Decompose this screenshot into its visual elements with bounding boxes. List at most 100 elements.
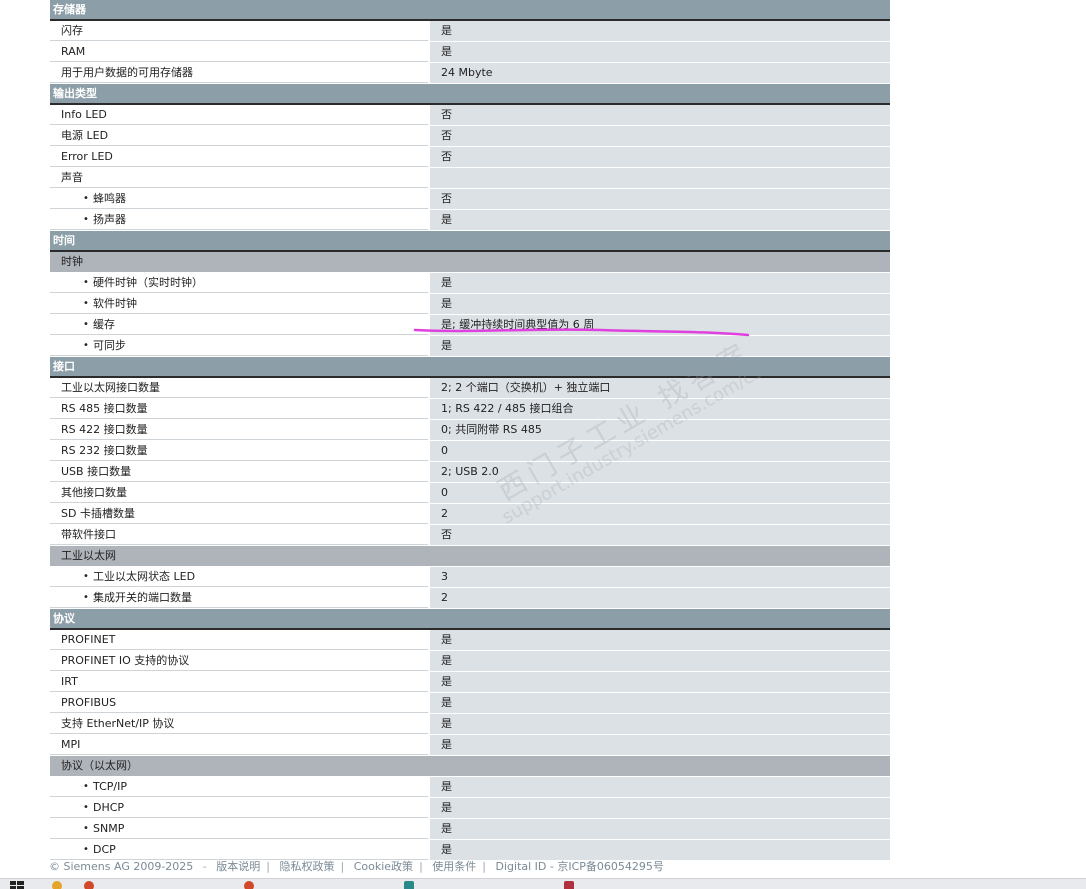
spec-value: 3: [429, 567, 890, 587]
spec-label-text: 扬声器: [93, 213, 126, 226]
spec-value: 是: [429, 777, 890, 797]
spec-label-text: 集成开关的端口数量: [93, 591, 192, 604]
spec-value: [429, 168, 890, 188]
spec-row: 可同步 是: [50, 336, 890, 357]
spec-label: 缓存: [50, 315, 428, 335]
spec-row: SD 卡插槽数量 2: [50, 504, 890, 525]
spec-value: 2; USB 2.0: [429, 462, 890, 482]
spec-label: Info LED: [50, 105, 428, 125]
spec-value: 否: [429, 525, 890, 545]
spec-label: 其他接口数量: [50, 483, 428, 503]
spec-value: 0: [429, 441, 890, 461]
spec-label: 工业以太网接口数量: [50, 378, 428, 398]
footer-link-terms[interactable]: 使用条件: [432, 860, 476, 873]
spec-row: 支持 EtherNet/IP 协议是: [50, 714, 890, 735]
spec-value: 是: [429, 630, 890, 650]
spec-value: 是: [429, 798, 890, 818]
spec-label: USB 接口数量: [50, 462, 428, 482]
spec-value: 否: [429, 105, 890, 125]
footer-link-release-notes[interactable]: 版本说明: [216, 860, 260, 873]
footer-dash: -: [202, 860, 207, 873]
spec-value: 2: [429, 588, 890, 608]
spec-value: 是: [429, 840, 890, 860]
spec-label: RS 422 接口数量: [50, 420, 428, 440]
spec-label-text: DHCP: [93, 801, 125, 814]
spec-value: 是: [429, 672, 890, 692]
spec-label-text: DCP: [93, 843, 116, 856]
spec-label: 蜂鸣器: [50, 189, 428, 209]
spec-label: 硬件时钟（实时时钟）: [50, 273, 428, 293]
spec-row: 集成开关的端口数量 2: [50, 588, 890, 609]
spec-value: 24 Mbyte: [429, 63, 890, 83]
footer-copyright: © Siemens AG 2009-2025: [49, 860, 194, 873]
spec-label-text: 蜂鸣器: [93, 192, 126, 205]
footer-divider: |: [419, 860, 423, 873]
spec-label: 集成开关的端口数量: [50, 588, 428, 608]
spec-label: SNMP: [50, 819, 428, 839]
footer-link-digital-id[interactable]: Digital ID - 京ICP备06054295号: [496, 860, 664, 873]
spec-label: 电源 LED: [50, 126, 428, 146]
subsection-label: 协议（以太网）: [61, 759, 138, 772]
subsection-header: 协议（以太网）: [50, 756, 890, 777]
spec-row: RS 485 接口数量 1; RS 422 / 485 接口组合: [50, 399, 890, 420]
spec-label-text: TCP/IP: [93, 780, 127, 793]
subsection-header: 工业以太网: [50, 546, 890, 567]
section-header: 存储器: [50, 0, 890, 21]
section-header: 协议: [50, 609, 890, 630]
spec-label: IRT: [50, 672, 428, 692]
spec-value: 0: [429, 483, 890, 503]
spec-label: PROFIBUS: [50, 693, 428, 713]
spec-row: 硬件时钟（实时时钟） 是: [50, 273, 890, 294]
footer-link-cookie[interactable]: Cookie政策: [354, 860, 413, 873]
spec-row: PROFIBUS 是: [50, 693, 890, 714]
spec-value: 是: [429, 693, 890, 713]
section-header: 输出类型: [50, 84, 890, 105]
spec-row: Info LED 否: [50, 105, 890, 126]
spec-value: 是: [429, 819, 890, 839]
spec-label: 闪存: [50, 21, 428, 41]
spec-label: SD 卡插槽数量: [50, 504, 428, 524]
spec-label: RS 232 接口数量: [50, 441, 428, 461]
spec-value: 否: [429, 126, 890, 146]
spec-row: 扬声器 是: [50, 210, 890, 231]
spec-row: USB 接口数量 2; USB 2.0: [50, 462, 890, 483]
subsection-header: 时钟: [50, 252, 890, 273]
spec-label: RS 485 接口数量: [50, 399, 428, 419]
spec-row: 软件时钟 是: [50, 294, 890, 315]
spec-label-text: SNMP: [93, 822, 125, 835]
spec-label-text: 硬件时钟（实时时钟）: [93, 276, 203, 289]
spec-row: RS 232 接口数量 0: [50, 441, 890, 462]
spec-value: 2; 2 个端口（交换机）+ 独立端口: [429, 378, 890, 398]
spec-label: 支持 EtherNet/IP 协议: [50, 714, 428, 734]
spec-row: RS 422 接口数量 0; 共同附带 RS 485: [50, 420, 890, 441]
spec-label: 可同步: [50, 336, 428, 356]
spec-value: 否: [429, 147, 890, 167]
spec-value: 2: [429, 504, 890, 524]
spec-value: 是: [429, 336, 890, 356]
spec-value: 是: [429, 21, 890, 41]
spec-value: 1; RS 422 / 485 接口组合: [429, 399, 890, 419]
footer-link-privacy[interactable]: 隐私权政策: [280, 860, 335, 873]
spec-value: 0; 共同附带 RS 485: [429, 420, 890, 440]
spec-row: 其他接口数量 0: [50, 483, 890, 504]
spec-row: PROFINET IO 支持的协议是: [50, 651, 890, 672]
spec-row: 闪存是: [50, 21, 890, 42]
spec-row: 工业以太网状态 LED 3: [50, 567, 890, 588]
spec-label-text: 可同步: [93, 339, 126, 352]
spec-value: 是: [429, 714, 890, 734]
section-header: 时间: [50, 231, 890, 252]
spec-label: RAM: [50, 42, 428, 62]
spec-row: Error LED 否: [50, 147, 890, 168]
spec-row: MPI 是: [50, 735, 890, 756]
footer-divider: |: [266, 860, 270, 873]
taskbar: [0, 878, 1086, 889]
spec-row: DHCP 是: [50, 798, 890, 819]
spec-label: Error LED: [50, 147, 428, 167]
spec-row: RAM 是: [50, 42, 890, 63]
spec-row: 用于用户数据的可用存储器 24 Mbyte: [50, 63, 890, 84]
spec-label: 声音: [50, 168, 428, 188]
spec-table: 存储器 闪存是 RAM 是用于用户数据的可用存储器 24 Mbyte 输出类型 Info L…: [50, 0, 890, 861]
spec-label: 带软件接口: [50, 525, 428, 545]
footer: © Siemens AG 2009-2025 - 版本说明 | 隐私权政策 | Co…: [49, 858, 664, 874]
spec-row: 工业以太网接口数量 2; 2 个端口（交换机）+ 独立端口: [50, 378, 890, 399]
